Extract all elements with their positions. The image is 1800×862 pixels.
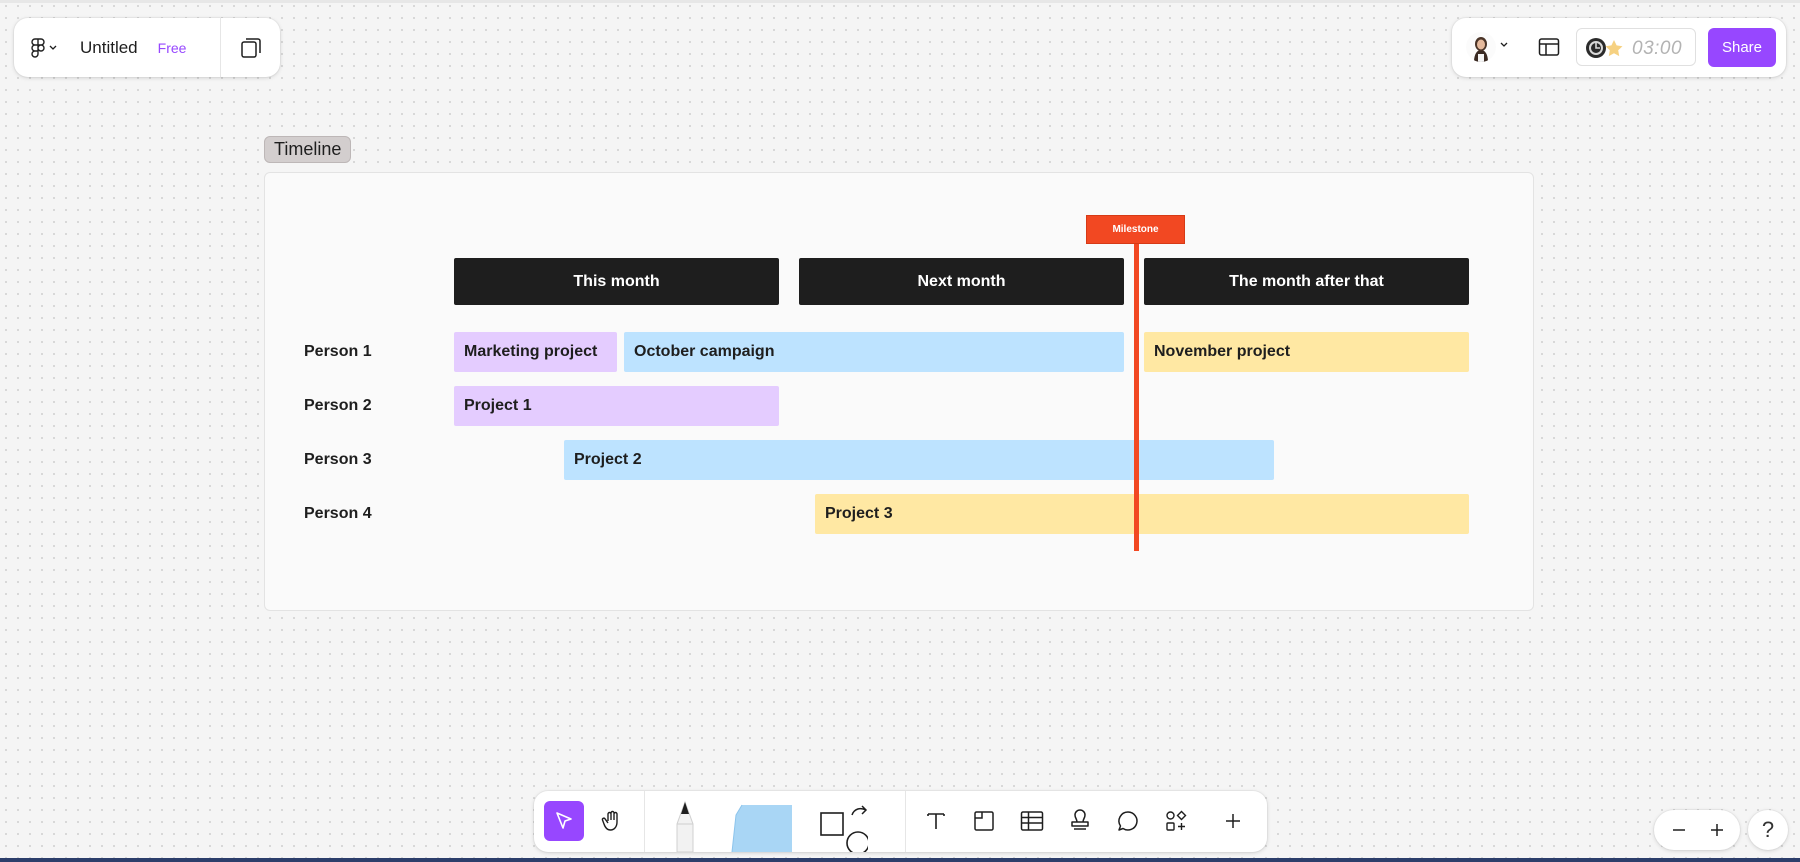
divider — [220, 18, 221, 77]
pen-tool[interactable] — [662, 799, 708, 852]
person-label: Person 1 — [304, 343, 372, 360]
timer-text: 03:00 — [1632, 38, 1683, 59]
sticky-note-tool[interactable] — [728, 801, 798, 852]
move-tool[interactable] — [544, 801, 584, 841]
timeline-bar-project-2[interactable]: Project 2 — [564, 440, 1274, 480]
avatar[interactable] — [1466, 32, 1496, 62]
pen-icon — [676, 800, 694, 852]
zoom-out-button[interactable] — [1664, 816, 1694, 844]
divider — [644, 791, 645, 852]
shape-icon — [820, 805, 868, 852]
table-tool[interactable] — [1012, 801, 1052, 841]
sticky-note-icon — [731, 804, 792, 852]
timer-icon — [1586, 38, 1623, 58]
text-tool[interactable] — [916, 801, 956, 841]
layout-icon — [1538, 38, 1560, 56]
section-tool[interactable] — [964, 801, 1004, 841]
stamp-icon — [1071, 809, 1089, 830]
month-header-month-after[interactable]: The month after that — [1144, 258, 1469, 305]
section-icon — [974, 811, 994, 831]
timeline-bar-project-3[interactable]: Project 3 — [815, 494, 1469, 534]
top-edge — [0, 0, 1800, 3]
timer[interactable]: 03:00 — [1576, 28, 1696, 66]
milestone-tag[interactable]: Milestone — [1086, 215, 1185, 244]
zoom-in-button[interactable] — [1702, 816, 1732, 844]
comment-icon — [1118, 811, 1138, 831]
share-button[interactable]: Share — [1708, 28, 1776, 67]
month-header-next-month[interactable]: Next month — [799, 258, 1124, 305]
shape-tool[interactable] — [818, 803, 868, 852]
stamp-tool[interactable] — [1060, 801, 1100, 841]
user-avatar-icon — [1466, 32, 1496, 62]
widgets-tool[interactable] — [1156, 801, 1196, 841]
person-label: Person 3 — [304, 451, 372, 468]
person-label: Person 4 — [304, 505, 372, 522]
hand-tool[interactable] — [592, 801, 632, 841]
file-panel: Untitled Free — [14, 18, 280, 77]
timeline-bar-october-campaign[interactable]: October campaign — [624, 332, 1124, 372]
person-label: Person 2 — [304, 397, 372, 414]
hand-icon — [601, 810, 618, 831]
divider — [905, 791, 906, 852]
table-icon — [1020, 811, 1044, 831]
cursor-icon — [556, 812, 572, 829]
pages-icon — [241, 38, 261, 58]
help-button[interactable]: ? — [1748, 810, 1788, 850]
widgets-icon — [1166, 810, 1187, 831]
plus-icon — [1226, 814, 1240, 828]
more-tools-button[interactable] — [1213, 801, 1253, 841]
section-label[interactable]: Timeline — [264, 136, 352, 163]
main-menu-button[interactable] — [14, 18, 74, 77]
milestone-line[interactable] — [1134, 240, 1139, 551]
chevron-down-icon — [49, 45, 57, 50]
file-title[interactable]: Untitled — [80, 38, 138, 58]
timeline-bar-marketing-project[interactable]: Marketing project — [454, 332, 617, 372]
minus-icon — [1673, 829, 1685, 831]
timeline-bar-project-1[interactable]: Project 1 — [454, 386, 779, 426]
chevron-down-icon[interactable] — [1500, 42, 1508, 48]
layout-button[interactable] — [1536, 34, 1562, 60]
pages-button[interactable] — [236, 33, 266, 63]
collab-panel: 03:00 Share — [1452, 18, 1786, 77]
plan-badge[interactable]: Free — [158, 40, 187, 56]
window-bottom-edge — [0, 858, 1800, 862]
plus-icon — [1711, 824, 1723, 836]
timeline-bar-november-project[interactable]: November project — [1144, 332, 1469, 372]
bottom-toolbar — [534, 791, 1267, 852]
figma-logo-icon — [31, 37, 45, 58]
comment-tool[interactable] — [1108, 801, 1148, 841]
text-icon — [927, 813, 945, 829]
zoom-controls — [1654, 810, 1740, 850]
month-header-this-month[interactable]: This month — [454, 258, 779, 305]
